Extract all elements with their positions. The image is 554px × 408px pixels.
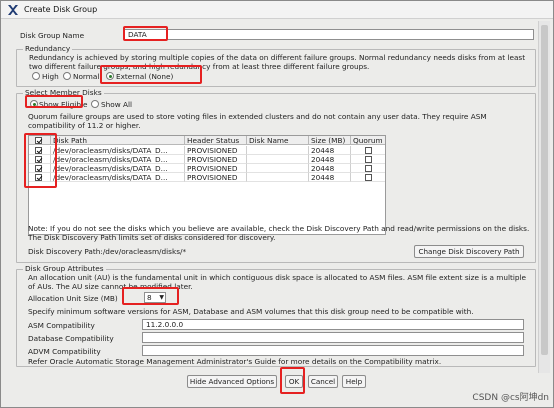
quorum-cell bbox=[351, 164, 385, 173]
size-cell: 20448 bbox=[309, 173, 351, 182]
create-disk-group-dialog: Create Disk Group Disk Group Name DATA R… bbox=[0, 0, 554, 408]
header-status-cell: PROVISIONED bbox=[185, 146, 247, 155]
compat-refer-text: Refer Oracle Automatic Storage Managemen… bbox=[28, 357, 442, 366]
col-disk-name[interactable]: Disk Name bbox=[247, 136, 309, 145]
disk-group-name-input[interactable]: DATA bbox=[124, 29, 534, 40]
quorum-checkbox[interactable] bbox=[365, 174, 372, 181]
advm-compat-input[interactable] bbox=[142, 345, 524, 356]
show-all-label: Show All bbox=[101, 100, 133, 109]
disk-path-cell: /dev/oracleasm/disks/DATA_D... bbox=[51, 164, 185, 173]
help-button[interactable]: Help bbox=[342, 375, 366, 388]
disk-path-cell: /dev/oracleasm/disks/DATA_D... bbox=[51, 173, 185, 182]
disk-group-name-label: Disk Group Name bbox=[20, 31, 85, 40]
header-status-cell: PROVISIONED bbox=[185, 164, 247, 173]
window-title: Create Disk Group bbox=[24, 5, 98, 14]
radio-show-all[interactable] bbox=[91, 100, 99, 108]
quorum-cell bbox=[351, 173, 385, 182]
radio-high-label: High bbox=[42, 72, 59, 81]
quorum-cell bbox=[351, 155, 385, 164]
highlight-show-eligible bbox=[25, 95, 83, 108]
radio-high[interactable] bbox=[32, 72, 40, 80]
change-discovery-path-button[interactable]: Change Disk Discovery Path bbox=[414, 245, 524, 258]
redundancy-legend: Redundancy bbox=[23, 44, 73, 53]
col-header-status[interactable]: Header Status bbox=[185, 136, 247, 145]
db-compat-label: Database Compatibility bbox=[28, 334, 114, 343]
asm-compat-label: ASM Compatibility bbox=[28, 321, 95, 330]
quorum-note: Quorum failure groups are used to store … bbox=[28, 112, 487, 130]
oracle-x-icon bbox=[8, 5, 18, 15]
highlight-disk-group-name bbox=[123, 26, 168, 41]
vertical-scrollbar[interactable] bbox=[538, 21, 550, 373]
compat-description: Specify minimum software versions for AS… bbox=[28, 307, 474, 316]
highlight-disk-checkboxes bbox=[24, 133, 57, 188]
col-size[interactable]: Size (MB) bbox=[309, 136, 351, 145]
disk-name-cell bbox=[247, 155, 309, 164]
title-bar: Create Disk Group bbox=[1, 1, 553, 19]
advm-compat-label: ADVM Compatibility bbox=[28, 347, 101, 356]
highlight-external-redundancy bbox=[100, 65, 202, 84]
scrollbar-thumb[interactable] bbox=[541, 25, 548, 355]
quorum-cell bbox=[351, 146, 385, 155]
quorum-checkbox[interactable] bbox=[365, 165, 372, 172]
discovery-path-text: Disk Discovery Path:/dev/oracleasm/disks… bbox=[28, 247, 187, 256]
asm-compat-input[interactable]: 11.2.0.0.0 bbox=[142, 319, 524, 330]
header-status-cell: PROVISIONED bbox=[185, 155, 247, 164]
radio-normal[interactable] bbox=[63, 72, 71, 80]
size-cell: 20448 bbox=[309, 155, 351, 164]
radio-normal-label: Normal bbox=[73, 72, 100, 81]
disk-path-cell: /dev/oracleasm/disks/DATA_D... bbox=[51, 155, 185, 164]
discovery-note: Note: If you do not see the disks which … bbox=[28, 224, 530, 242]
size-cell: 20448 bbox=[309, 146, 351, 155]
highlight-ok-button bbox=[280, 367, 305, 394]
db-compat-input[interactable] bbox=[142, 332, 524, 343]
disk-name-cell bbox=[247, 173, 309, 182]
watermark: CSDN @cs阿坤dn bbox=[472, 393, 549, 403]
col-quorum[interactable]: Quorum bbox=[351, 136, 385, 145]
header-status-cell: PROVISIONED bbox=[185, 173, 247, 182]
hide-advanced-options-button[interactable]: Hide Advanced Options bbox=[187, 375, 277, 388]
attributes-legend: Disk Group Attributes bbox=[23, 264, 106, 273]
disk-table: Disk Path Header Status Disk Name Size (… bbox=[28, 135, 386, 235]
quorum-checkbox[interactable] bbox=[365, 156, 372, 163]
disk-name-cell bbox=[247, 146, 309, 155]
disk-path-cell: /dev/oracleasm/disks/DATA_D... bbox=[51, 146, 185, 155]
col-disk-path[interactable]: Disk Path bbox=[51, 136, 185, 145]
quorum-checkbox[interactable] bbox=[365, 147, 372, 154]
disk-name-cell bbox=[247, 164, 309, 173]
size-cell: 20448 bbox=[309, 164, 351, 173]
au-size-label: Allocation Unit Size (MB) bbox=[28, 294, 118, 303]
highlight-au-size bbox=[122, 287, 179, 305]
cancel-button[interactable]: Cancel bbox=[308, 375, 338, 388]
au-description: An allocation unit (AU) is the fundament… bbox=[28, 273, 527, 291]
